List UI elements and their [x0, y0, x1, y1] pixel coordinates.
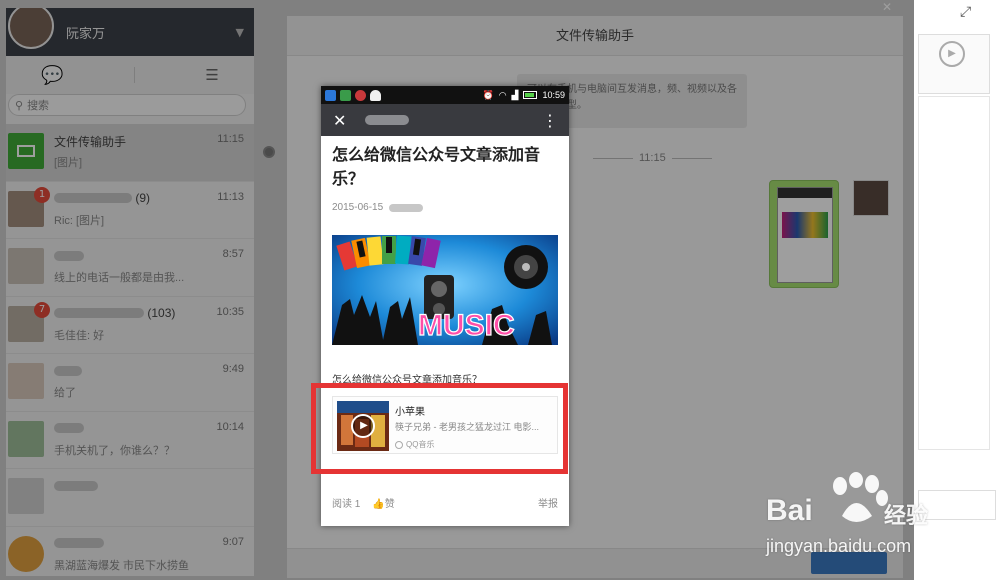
close-icon[interactable]: ✕ — [333, 111, 353, 130]
wifi-icon: ◠ — [498, 89, 507, 100]
preview-panel — [918, 96, 990, 450]
read-count: 阅读 1 — [332, 499, 361, 510]
highlight-box — [311, 383, 568, 474]
article-title: 怎么给微信公众号文章添加音乐？ — [332, 147, 541, 188]
lock-icon — [340, 89, 351, 101]
media-preview: ▶ — [918, 34, 990, 94]
article-date: 2015-06-15 — [332, 202, 384, 213]
battery-icon — [523, 91, 538, 99]
like-label: 赞 — [384, 499, 395, 510]
article-footer: 阅读 1 👍赞 举报 — [332, 495, 558, 510]
scroll-handle[interactable] — [263, 146, 275, 158]
watermark-url: jingyan.baidu.com — [766, 536, 912, 556]
music-cover-illustration: MUSIC — [332, 235, 558, 345]
signal-icon: ▟ — [511, 89, 519, 100]
article-cover-image: MUSIC — [332, 235, 558, 345]
more-icon[interactable]: ⋮ — [542, 111, 558, 130]
phone-icon — [355, 89, 366, 101]
account-name-redacted — [365, 115, 409, 125]
watermark-brand: Bai — [766, 494, 813, 527]
status-time: 10:59 — [542, 90, 565, 100]
app-icon — [325, 89, 336, 101]
play-icon[interactable]: ▶ — [939, 41, 965, 67]
cover-text: MUSIC — [418, 309, 515, 342]
phone-status-bar: ⏰ ◠ ▟ 10:59 — [321, 86, 569, 104]
like-button[interactable]: 👍赞 — [372, 495, 394, 510]
author-redacted — [389, 203, 424, 212]
alarm-icon: ⏰ — [482, 89, 494, 100]
report-link[interactable]: 举报 — [538, 495, 558, 510]
article-meta: 2015-06-15 — [332, 202, 558, 213]
watermark-brand-cn: 经验 — [884, 504, 929, 529]
baidu-watermark: Bai 经验 jingyan.baidu.com — [766, 472, 986, 568]
shield-icon — [370, 89, 381, 101]
thumbs-up-icon: 👍 — [372, 499, 385, 510]
baidu-paw-logo — [833, 472, 888, 522]
expand-icon[interactable]: ⤢ — [960, 4, 971, 20]
article-nav-bar: ✕ ⋮ — [321, 104, 569, 136]
